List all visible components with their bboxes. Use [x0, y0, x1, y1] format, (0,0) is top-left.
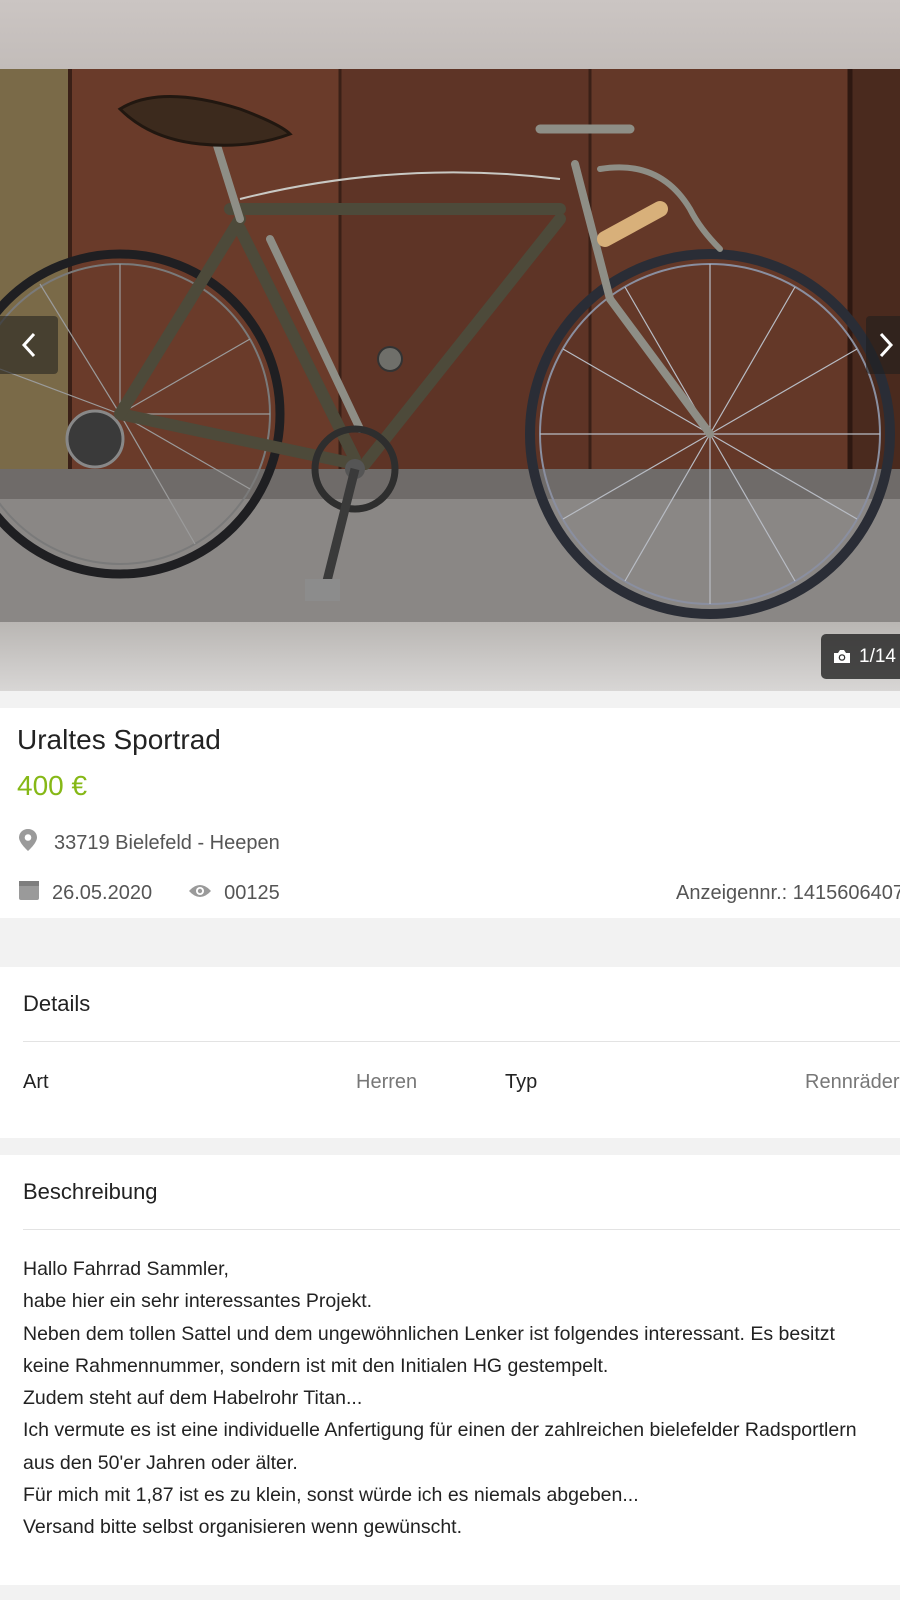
detail-value-typ: Rennräder — [805, 1071, 900, 1093]
description-line: Zudem steht auf dem Habelrohr Titan... — [23, 1387, 363, 1410]
description-line: Für mich mit 1,87 ist es zu klein, sonst… — [23, 1484, 639, 1507]
gallery-blur-top — [0, 0, 900, 69]
details-card: Details Art Herren Typ Rennräder — [0, 967, 900, 1138]
gallery-next-button[interactable] — [866, 316, 900, 374]
description-line: aus den 50'er Jahren oder älter. — [23, 1451, 298, 1474]
eye-icon — [188, 882, 212, 905]
description-line: Ich vermute es ist eine individuelle Anf… — [23, 1419, 857, 1442]
ad-number: Anzeigennr.: 1415606407 — [676, 881, 900, 904]
description-divider — [23, 1229, 900, 1230]
chevron-right-icon — [878, 332, 894, 358]
calendar-icon — [18, 879, 40, 907]
listing-photo[interactable] — [0, 69, 900, 622]
details-heading: Details — [23, 991, 91, 1016]
image-counter-text: 1/14 — [859, 645, 896, 667]
chevron-left-icon — [21, 332, 37, 358]
description-line: habe hier ein sehr interessantes Projekt… — [23, 1290, 373, 1313]
date-text: 26.05.2020 — [52, 881, 153, 904]
description-heading: Beschreibung — [23, 1179, 158, 1204]
listing-location[interactable]: 33719 Bielefeld - Heepen — [18, 828, 280, 858]
detail-label-art: Art — [23, 1071, 49, 1093]
listing-date: 26.05.2020 — [18, 879, 152, 907]
location-text: 33719 Bielefeld - Heepen — [54, 831, 280, 854]
bicycle-photo — [0, 69, 900, 622]
listing-info: Uraltes Sportrad 400 € 33719 Bielefeld -… — [0, 708, 900, 918]
gallery-blur-bottom — [0, 622, 900, 691]
image-gallery[interactable]: 1/14 — [0, 0, 900, 691]
gallery-prev-button[interactable] — [0, 316, 58, 374]
listing-meta: 26.05.2020 00125 Anzeigennr.: 1415606407 — [18, 878, 900, 908]
description-line: Versand bitte selbst organisieren wenn g… — [23, 1516, 463, 1539]
listing-title: Uraltes Sportrad — [17, 724, 221, 755]
description-line: Hallo Fahrrad Sammler, — [23, 1258, 229, 1280]
description-card: Beschreibung Hallo Fahrrad Sammler, habe… — [0, 1155, 900, 1585]
image-counter: 1/14 — [821, 634, 900, 679]
listing-views: 00125 — [188, 882, 280, 905]
camera-icon — [833, 649, 851, 664]
detail-label-typ: Typ — [505, 1071, 538, 1093]
detail-value-art: Herren — [356, 1071, 418, 1093]
details-divider — [23, 1041, 900, 1042]
description-line: keine Rahmennummer, sondern ist mit den … — [23, 1354, 609, 1377]
map-pin-icon — [18, 828, 38, 858]
description-text: Hallo Fahrrad Sammler, habe hier ein seh… — [23, 1253, 893, 1544]
description-line: Neben dem tollen Sattel und dem ungewöhn… — [23, 1322, 835, 1345]
views-text: 00125 — [224, 881, 280, 904]
listing-price: 400 € — [17, 770, 88, 801]
